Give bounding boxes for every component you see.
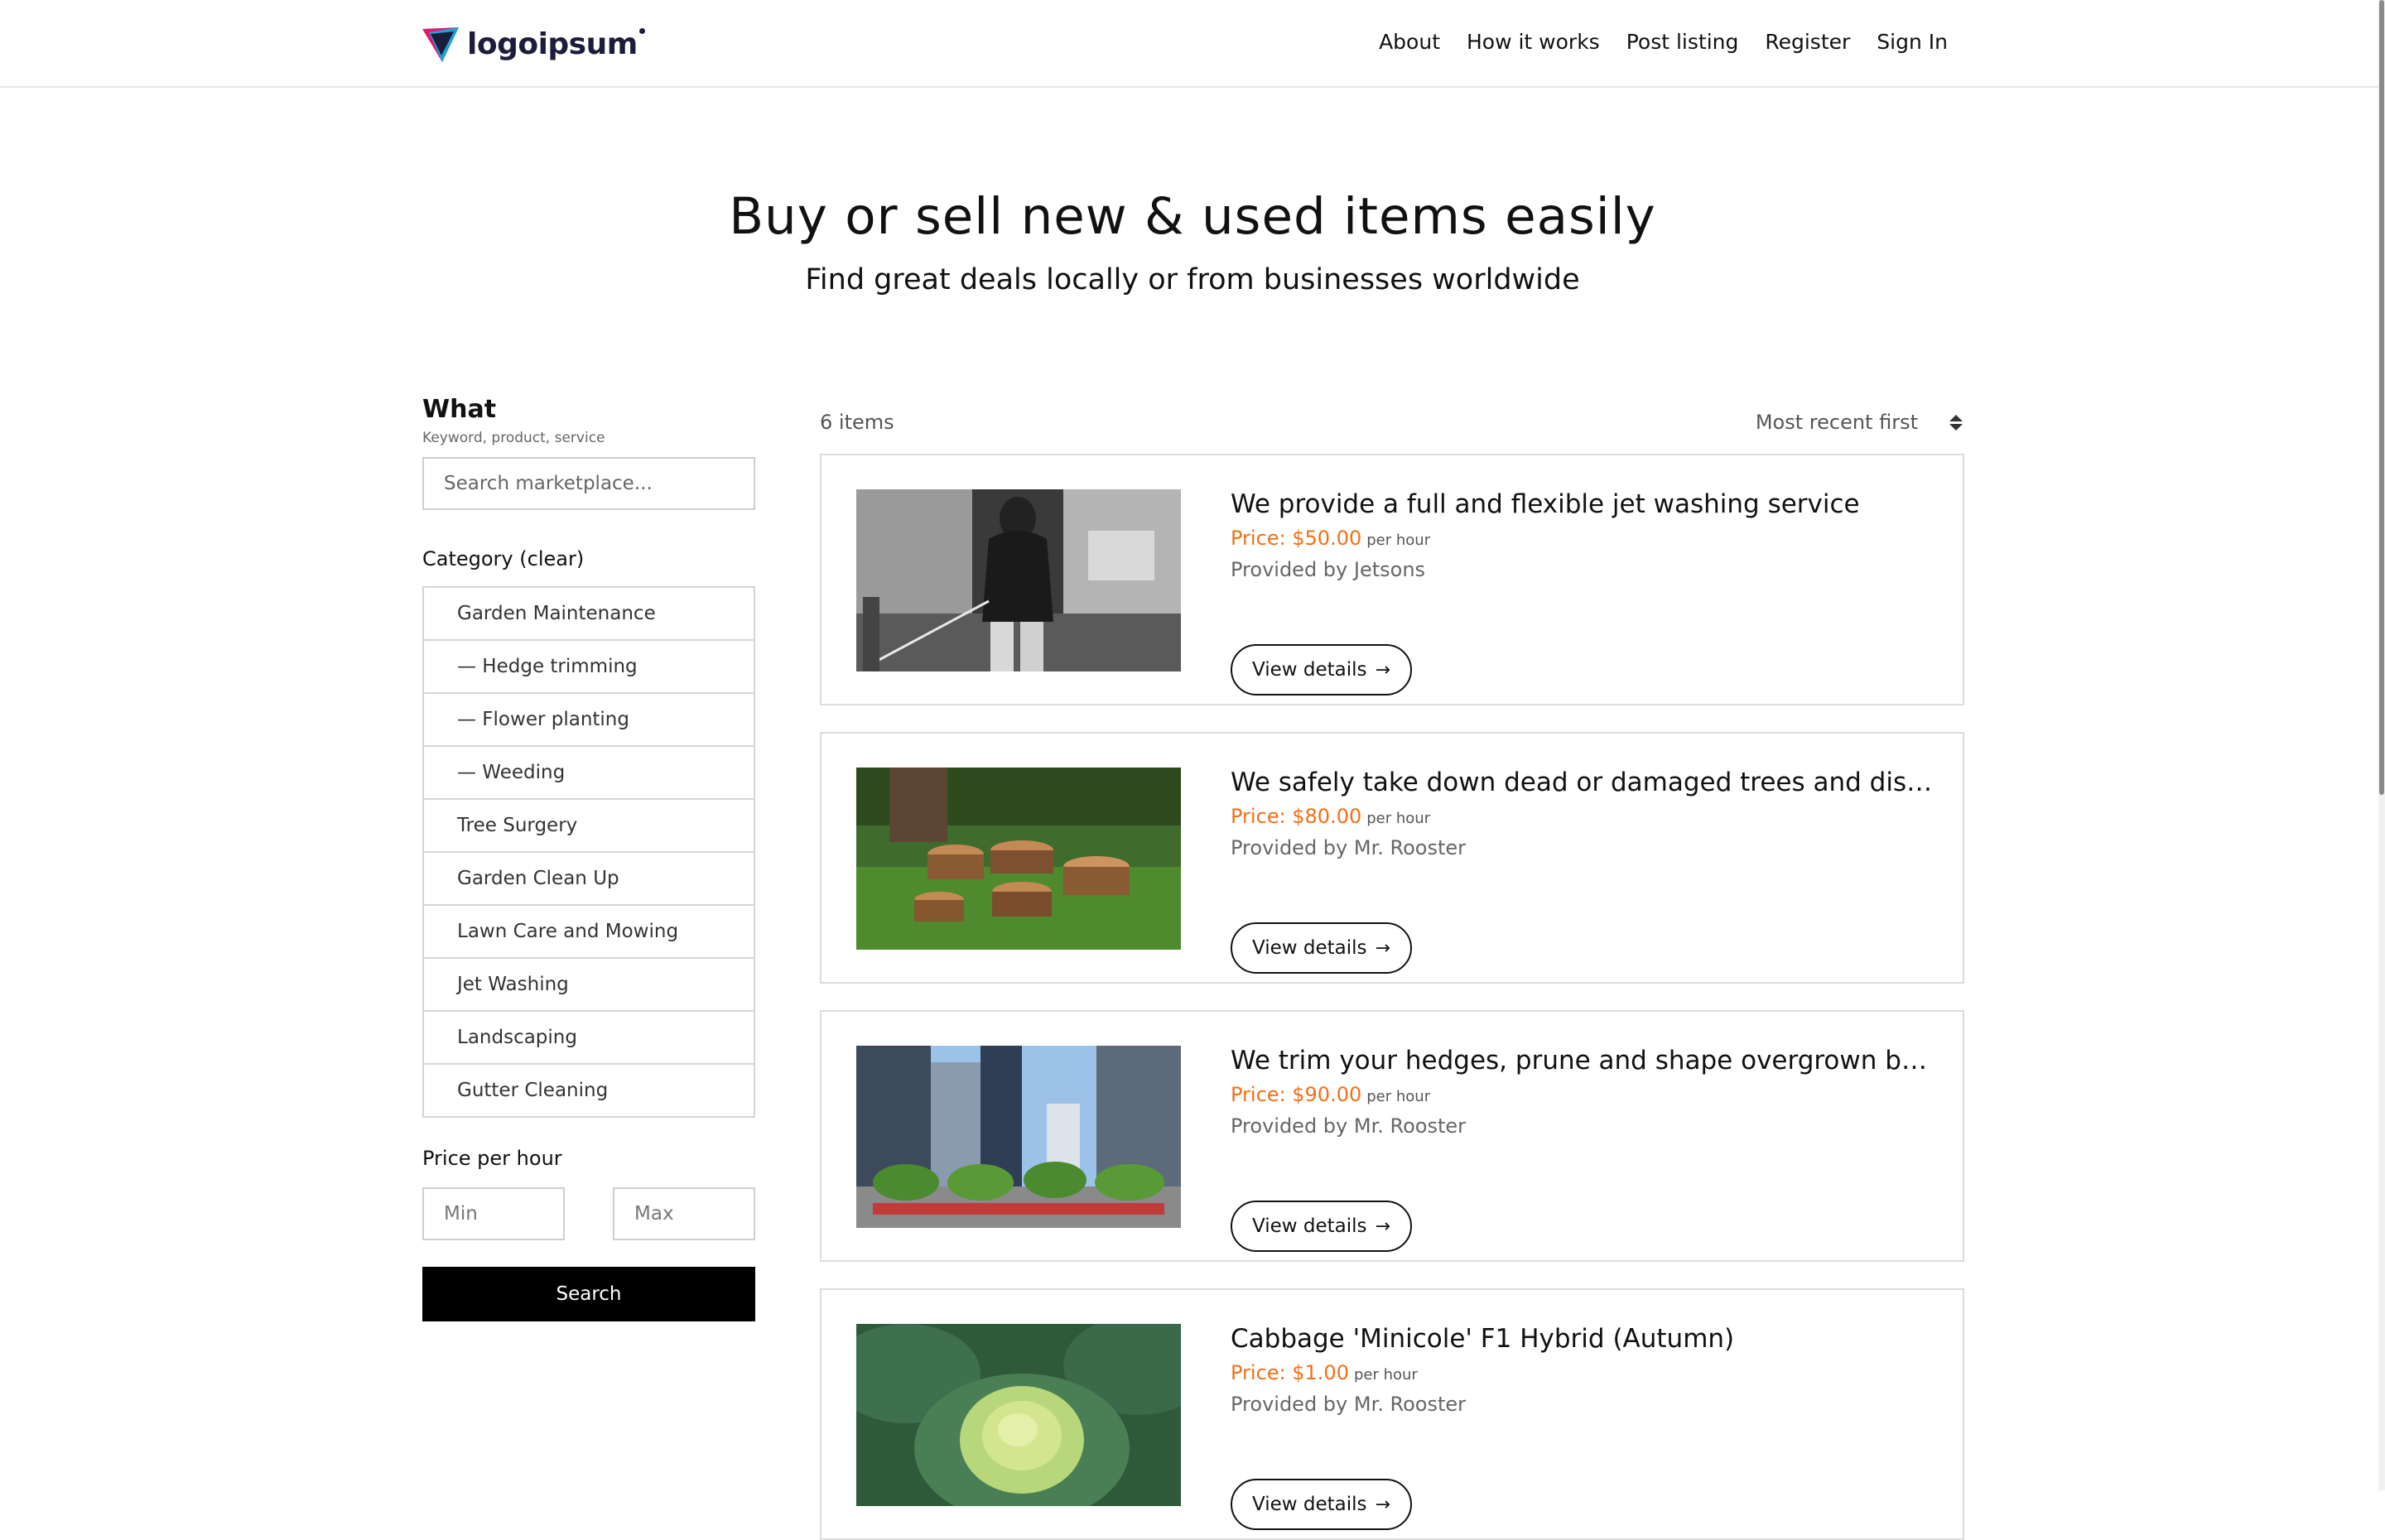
scrollbar-thumb[interactable] [2379, 0, 2384, 795]
listing-body: We safely take down dead or damaged tree… [1231, 765, 1934, 974]
nav-register[interactable]: Register [1765, 25, 1850, 60]
category-hedge-trimming[interactable]: — Hedge trimming [424, 641, 754, 694]
search-button[interactable]: Search [422, 1267, 755, 1321]
listing-title[interactable]: We trim your hedges, prune and shape ove… [1231, 1043, 1934, 1078]
listing-provider: Provided by Mr. Rooster [1231, 1114, 1467, 1138]
listing-price-unit: per hour [1353, 1366, 1418, 1384]
results-header: 6 items Most recent first [820, 406, 1963, 439]
category-heading[interactable]: Category (clear) [422, 546, 755, 571]
listing-price-line: Price: $80.00 per hour [1231, 801, 1934, 834]
hero-subtitle: Find great deals locally or from busines… [805, 263, 1580, 296]
category-flower-planting[interactable]: — Flower planting [424, 694, 754, 747]
listing-title[interactable]: We provide a full and flexible jet washi… [1231, 487, 1934, 522]
price-range [422, 1187, 755, 1240]
category-weeding[interactable]: — Weeding [424, 747, 754, 800]
view-details-button[interactable]: View details → [1231, 922, 1412, 974]
listing-price-unit: per hour [1366, 532, 1431, 549]
listing-title[interactable]: Cabbage 'Minicole' F1 Hybrid (Autumn) [1231, 1321, 1934, 1356]
search-input[interactable] [422, 457, 755, 510]
hero-title: Buy or sell new & used items easily [729, 187, 1656, 246]
view-details-label: View details [1252, 659, 1367, 681]
nav-how-it-works[interactable]: How it works [1467, 25, 1600, 60]
view-details-label: View details [1252, 937, 1367, 959]
listing-card: We provide a full and flexible jet washi… [820, 454, 1964, 705]
sort-select[interactable]: Most recent first [1756, 406, 1963, 439]
page-scrollbar[interactable] [2378, 0, 2385, 1490]
listing-card: We safely take down dead or damaged tree… [820, 732, 1964, 984]
results-count: 6 items [820, 411, 894, 434]
logo[interactable]: logoipsum [421, 23, 645, 65]
listing-price: Price: $90.00 [1231, 1083, 1362, 1106]
category-tree-surgery[interactable]: Tree Surgery [424, 800, 754, 853]
logo-text: logoipsum [467, 26, 638, 61]
price-max-input[interactable] [613, 1187, 755, 1240]
what-hint: Keyword, product, service [422, 430, 605, 446]
nav-about[interactable]: About [1379, 25, 1440, 60]
category-landscaping[interactable]: Landscaping [424, 1012, 754, 1065]
listing-provider: Provided by Mr. Rooster [1231, 1393, 1467, 1416]
category-lawn-care-mowing[interactable]: Lawn Care and Mowing [424, 906, 754, 959]
listing-provider: Provided by Jetsons [1231, 558, 1426, 581]
category-list: Garden Maintenance — Hedge trimming — Fl… [422, 586, 755, 1118]
listing-price: Price: $1.00 [1231, 1361, 1349, 1384]
listing-title[interactable]: We safely take down dead or damaged tree… [1231, 765, 1934, 800]
sort-arrows-icon [1949, 414, 1963, 431]
listing-price-unit: per hour [1366, 1088, 1431, 1105]
price-min-input[interactable] [422, 1187, 565, 1240]
category-gutter-cleaning[interactable]: Gutter Cleaning [424, 1065, 754, 1118]
logo-dot [638, 28, 645, 34]
listing-price-unit: per hour [1366, 810, 1431, 827]
listing-price: Price: $80.00 [1231, 805, 1362, 828]
category-garden-maintenance[interactable]: Garden Maintenance [424, 588, 754, 641]
price-heading: Price per hour [422, 1147, 562, 1170]
listing-provider: Provided by Mr. Rooster [1231, 836, 1467, 859]
listing-price-line: Price: $50.00 per hour [1231, 523, 1934, 556]
nav-post-listing[interactable]: Post listing [1626, 25, 1739, 60]
arrow-right-icon: → [1375, 1215, 1390, 1237]
listing-price-line: Price: $90.00 per hour [1231, 1080, 1934, 1112]
listing-body: Cabbage 'Minicole' F1 Hybrid (Autumn) Pr… [1231, 1321, 1934, 1530]
listing-price: Price: $50.00 [1231, 527, 1362, 550]
view-details-button[interactable]: View details → [1231, 1201, 1412, 1252]
filter-sidebar: What Keyword, product, service Category … [422, 392, 755, 1321]
category-jet-washing[interactable]: Jet Washing [424, 959, 754, 1012]
logo-mark-icon [422, 27, 459, 62]
listing-image[interactable] [856, 1046, 1181, 1228]
arrow-right-icon: → [1375, 937, 1390, 959]
listing-card: Cabbage 'Minicole' F1 Hybrid (Autumn) Pr… [820, 1288, 1964, 1540]
listing-image[interactable] [856, 1324, 1181, 1506]
listing-body: We provide a full and flexible jet washi… [1231, 487, 1934, 695]
arrow-right-icon: → [1375, 1494, 1390, 1515]
listing-card: We trim your hedges, prune and shape ove… [820, 1010, 1964, 1262]
category-garden-clean-up[interactable]: Garden Clean Up [424, 853, 754, 906]
listing-body: We trim your hedges, prune and shape ove… [1231, 1043, 1934, 1252]
listing-image[interactable] [856, 489, 1181, 671]
view-details-label: View details [1252, 1215, 1367, 1237]
top-navbar: logoipsum About How it works Post listin… [0, 0, 2378, 88]
listing-image[interactable] [856, 768, 1181, 950]
what-heading: What [422, 395, 497, 424]
main-nav: About How it works Post listing Register… [1379, 25, 1948, 60]
view-details-label: View details [1252, 1494, 1367, 1515]
view-details-button[interactable]: View details → [1231, 644, 1412, 695]
arrow-right-icon: → [1375, 659, 1390, 681]
nav-sign-in[interactable]: Sign In [1877, 25, 1948, 60]
listing-price-line: Price: $1.00 per hour [1231, 1358, 1934, 1390]
view-details-button[interactable]: View details → [1231, 1479, 1412, 1530]
sort-label: Most recent first [1755, 411, 1918, 434]
